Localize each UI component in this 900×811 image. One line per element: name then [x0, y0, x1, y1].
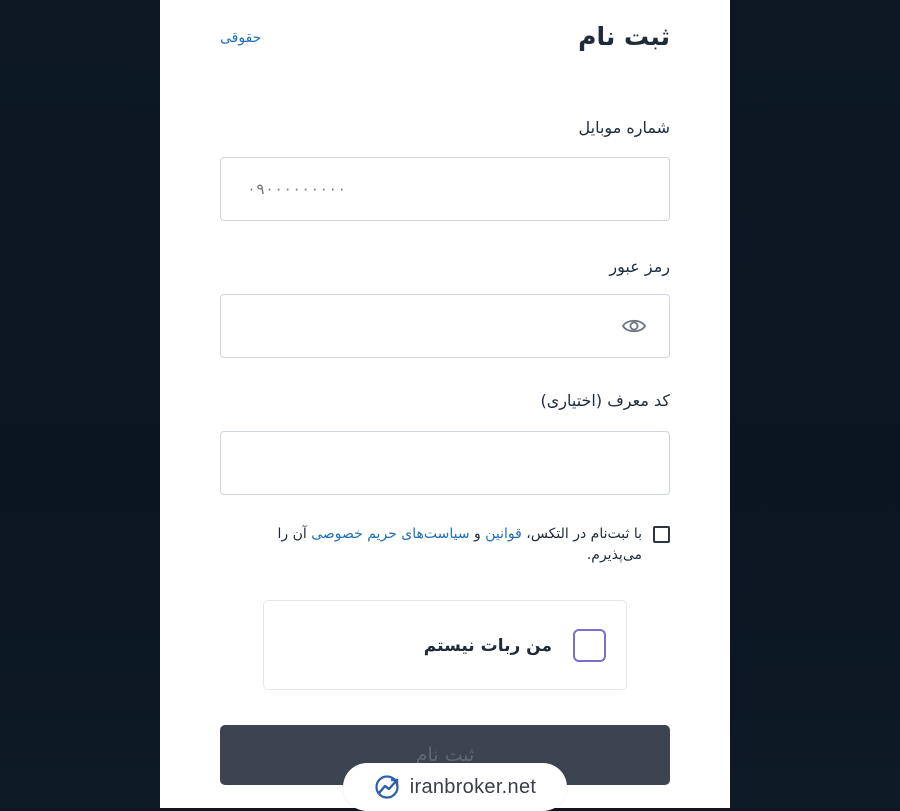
password-label: رمز عبور	[609, 257, 670, 276]
terms-checkbox[interactable]	[653, 526, 670, 543]
trend-chart-icon	[374, 773, 402, 801]
watermark-badge: iranbroker.net	[343, 763, 567, 811]
watermark-text: iranbroker.net	[409, 775, 537, 798]
terms-prefix: با ثبت‌نام در التکس،	[521, 526, 642, 542]
terms-text: با ثبت‌نام در التکس، قوانین و سیاست‌های …	[232, 524, 642, 566]
eye-icon[interactable]	[621, 313, 647, 339]
mobile-label: شماره موبایل	[578, 118, 670, 137]
page-title: ثبت نام	[578, 22, 670, 51]
referral-field-wrapper	[220, 431, 670, 495]
captcha-checkbox[interactable]	[573, 629, 606, 662]
rules-link[interactable]: قوانین	[485, 526, 522, 542]
mobile-field-wrapper	[220, 157, 670, 221]
terms-mid: و	[469, 526, 486, 542]
privacy-policy-link[interactable]: سیاست‌های حریم خصوصی	[311, 526, 469, 542]
legal-entity-link[interactable]: حقوقی	[220, 30, 261, 46]
signup-panel: ثبت نام حقوقی شماره موبایل رمز عبور کد م…	[160, 0, 730, 808]
captcha-label: من ربات نیستم	[423, 636, 552, 656]
mobile-input[interactable]	[221, 158, 669, 220]
referral-label: کد معرف (اختیاری)	[540, 391, 671, 410]
referral-input[interactable]	[221, 432, 669, 494]
background-left	[0, 0, 160, 808]
password-input[interactable]	[221, 295, 669, 357]
captcha-widget: من ربات نیستم	[263, 600, 627, 690]
background-right	[730, 0, 900, 808]
password-field-wrapper	[220, 294, 670, 358]
